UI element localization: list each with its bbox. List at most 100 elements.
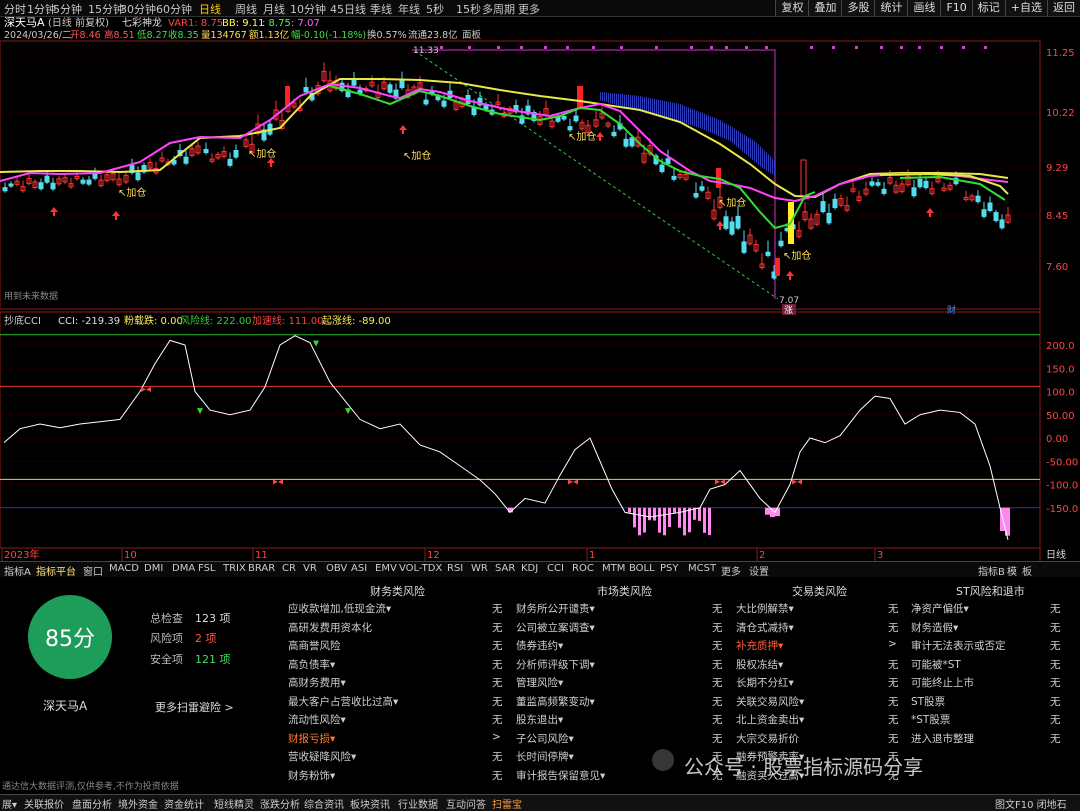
indicator-tab-20[interactable]: ROC (572, 563, 594, 574)
risk-item[interactable]: 最大客户占营收比过高▾ (288, 694, 398, 709)
indicator-tab-8[interactable]: BRAR (248, 563, 275, 574)
period-14[interactable]: 15秒 (456, 1, 481, 17)
period-6[interactable]: 日线 (199, 1, 221, 17)
toolbar-btn-4[interactable]: 画线 (907, 0, 941, 16)
risk-item[interactable]: 高研发费用资本化 (288, 620, 372, 635)
indicator-right-tab-1[interactable]: 模 (1007, 563, 1017, 578)
risk-item[interactable]: 董监高频繁变动▾ (516, 694, 595, 709)
period-5[interactable]: 60分钟 (156, 1, 192, 17)
period-10[interactable]: 45日线 (330, 1, 366, 17)
risk-item[interactable]: 审计无法表示或否定 (911, 638, 1006, 653)
period-16[interactable]: 更多 (518, 1, 540, 17)
risk-item[interactable]: 分析师评级下调▾ (516, 657, 595, 672)
period-11[interactable]: 季线 (370, 1, 392, 17)
risk-item[interactable]: 高财务费用▾ (288, 675, 346, 690)
indicator-tab-14[interactable]: VOL-TDX (399, 563, 442, 574)
indicator-tab-4[interactable]: DMI (144, 563, 163, 574)
period-1[interactable]: 1分钟 (27, 1, 56, 17)
risk-item[interactable]: 子公司风险▾ (516, 731, 574, 746)
risk-item[interactable]: 营收疑降风险▾ (288, 749, 356, 764)
indicator-tab-12[interactable]: ASI (351, 563, 367, 574)
risk-item[interactable]: 股权冻结▾ (736, 657, 783, 672)
bottom-tab-4[interactable]: 资金统计 (164, 796, 204, 811)
indicator-tab-2[interactable]: 窗口 (83, 563, 103, 578)
indicator-right-tab-2[interactable]: 板 (1022, 563, 1032, 578)
indicator-tab-10[interactable]: VR (303, 563, 317, 574)
risk-item[interactable]: 股东退出▾ (516, 712, 563, 727)
risk-item[interactable]: 管理风险▾ (516, 675, 563, 690)
bottom-tab-7[interactable]: 综合资讯 (304, 796, 344, 811)
risk-item[interactable]: 债券违约▾ (516, 638, 563, 653)
indicator-tab-9[interactable]: CR (282, 563, 296, 574)
bottom-tab-8[interactable]: 板块资讯 (350, 796, 390, 811)
indicator-right-tab-0[interactable]: 指标B (978, 563, 1005, 578)
risk-item[interactable]: 公司被立案调查▾ (516, 620, 595, 635)
risk-item[interactable]: 高商誉风险 (288, 638, 341, 653)
period-2[interactable]: 5分钟 (53, 1, 82, 17)
risk-item[interactable]: 审计报告保留意见▾ (516, 768, 605, 783)
indicator-tab-26[interactable]: 设置 (749, 563, 769, 578)
toolbar-btn-8[interactable]: 返回 (1047, 0, 1080, 16)
indicator-tab-11[interactable]: OBV (326, 563, 347, 574)
indicator-tab-1[interactable]: 指标平台 (36, 563, 76, 578)
indicator-tab-15[interactable]: RSI (447, 563, 463, 574)
toolbar-btn-6[interactable]: 标记 (971, 0, 1005, 16)
indicator-tab-22[interactable]: BOLL (629, 563, 655, 574)
risk-item[interactable]: 可能终止上市 (911, 675, 974, 690)
risk-item[interactable]: 补充质押▾ (736, 638, 783, 653)
toolbar-btn-3[interactable]: 统计 (874, 0, 908, 16)
risk-item[interactable]: 财务造假▾ (911, 620, 958, 635)
risk-item[interactable]: 财务粉饰▾ (288, 768, 335, 783)
risk-item[interactable]: 清仓式减持▾ (736, 620, 794, 635)
bottom-tab-2[interactable]: 盘面分析 (72, 796, 112, 811)
risk-item[interactable]: 进入退市整理 (911, 731, 974, 746)
risk-item[interactable]: 高负债率▾ (288, 657, 335, 672)
period-12[interactable]: 年线 (398, 1, 420, 17)
risk-item[interactable]: 大宗交易折价 (736, 731, 799, 746)
risk-item[interactable]: 流动性风险▾ (288, 712, 346, 727)
period-9[interactable]: 10分钟 (290, 1, 326, 17)
bottom-tab-3[interactable]: 境外资金 (118, 796, 158, 811)
toolbar-btn-0[interactable]: 复权 (775, 0, 809, 16)
indicator-tab-6[interactable]: FSL (198, 563, 216, 574)
period-0[interactable]: 分时 (4, 1, 26, 17)
risk-item[interactable]: 关联交易风险▾ (736, 694, 804, 709)
toolbar-btn-7[interactable]: +自选 (1004, 0, 1047, 16)
bottom-right-label[interactable]: 图文F10 闭地石 (995, 796, 1067, 811)
period-4[interactable]: 30分钟 (120, 1, 156, 17)
risk-item[interactable]: 大比例解禁▾ (736, 601, 794, 616)
indicator-tab-21[interactable]: MTM (602, 563, 625, 574)
indicator-tab-3[interactable]: MACD (109, 563, 139, 574)
risk-item[interactable]: 可能被*ST (911, 657, 961, 672)
indicator-tab-25[interactable]: 更多 (721, 563, 741, 578)
risk-item[interactable]: 净资产偏低▾ (911, 601, 969, 616)
risk-item[interactable]: 应收款增加,低现金流▾ (288, 601, 391, 616)
bottom-tab-9[interactable]: 行业数据 (398, 796, 438, 811)
period-7[interactable]: 周线 (235, 1, 257, 17)
more-scan-link[interactable]: 更多扫雷避险 > (155, 699, 234, 715)
bottom-tab-5[interactable]: 短线精灵 (214, 796, 254, 811)
indicator-tab-18[interactable]: KDJ (521, 563, 538, 574)
indicator-tab-17[interactable]: SAR (495, 563, 515, 574)
risk-item[interactable]: *ST股票 (911, 712, 950, 727)
indicator-tab-5[interactable]: DMA (172, 563, 195, 574)
indicator-tab-0[interactable]: 指标A (4, 563, 31, 578)
period-3[interactable]: 15分钟 (88, 1, 124, 17)
period-8[interactable]: 月线 (263, 1, 285, 17)
indicator-tab-19[interactable]: CCI (547, 563, 564, 574)
bottom-tab-10[interactable]: 互动问答 (446, 796, 486, 811)
toolbar-btn-5[interactable]: F10 (940, 0, 972, 16)
bottom-tab-11[interactable]: 扫雷宝 (492, 796, 522, 811)
indicator-tab-16[interactable]: WR (471, 563, 488, 574)
indicator-tab-13[interactable]: EMV (375, 563, 397, 574)
risk-item[interactable]: 财报亏损▾ (288, 731, 335, 746)
kline-chart[interactable]: 深天马A (日线 前复权) 七彩神龙 VAR1: 8.75 BB: 9.11 :… (0, 16, 1080, 561)
bottom-tab-6[interactable]: 涨跌分析 (260, 796, 300, 811)
toolbar-btn-2[interactable]: 多股 (841, 0, 875, 16)
bottom-tab-0[interactable]: 展▾ (2, 796, 17, 811)
risk-item[interactable]: 北上资金卖出▾ (736, 712, 804, 727)
indicator-tab-23[interactable]: PSY (660, 563, 679, 574)
toolbar-btn-1[interactable]: 叠加 (808, 0, 842, 16)
bottom-tab-1[interactable]: 关联报价 (24, 796, 64, 811)
indicator-tab-24[interactable]: MCST (688, 563, 716, 574)
